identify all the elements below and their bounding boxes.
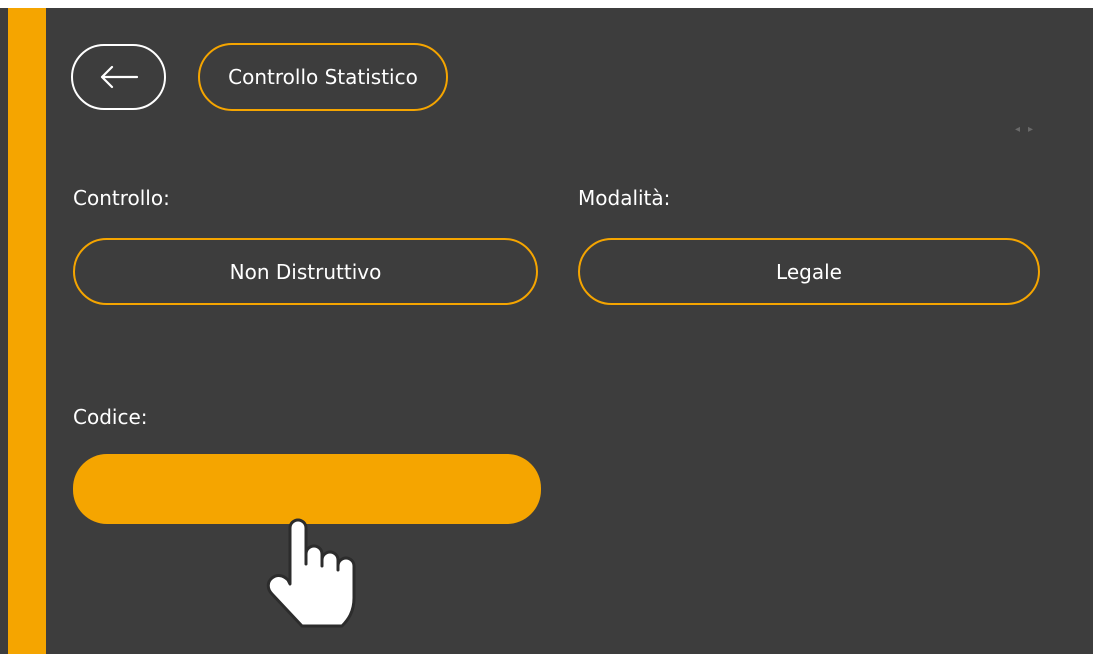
modalita-select[interactable]: Legale bbox=[578, 238, 1040, 305]
side-accent-bar bbox=[8, 8, 46, 654]
app-screen bbox=[0, 8, 1093, 654]
back-button[interactable] bbox=[71, 44, 166, 110]
arrow-left-icon bbox=[100, 65, 138, 89]
controllo-select[interactable]: Non Distruttivo bbox=[73, 238, 538, 305]
hand-pointer-icon bbox=[266, 518, 356, 628]
page-title: Controllo Statistico bbox=[198, 43, 448, 111]
modalita-label: Modalità: bbox=[578, 186, 671, 210]
codice-label: Codice: bbox=[73, 405, 148, 429]
pager-arrows[interactable]: ◂▸ bbox=[1015, 124, 1041, 135]
controllo-label: Controllo: bbox=[73, 186, 170, 210]
